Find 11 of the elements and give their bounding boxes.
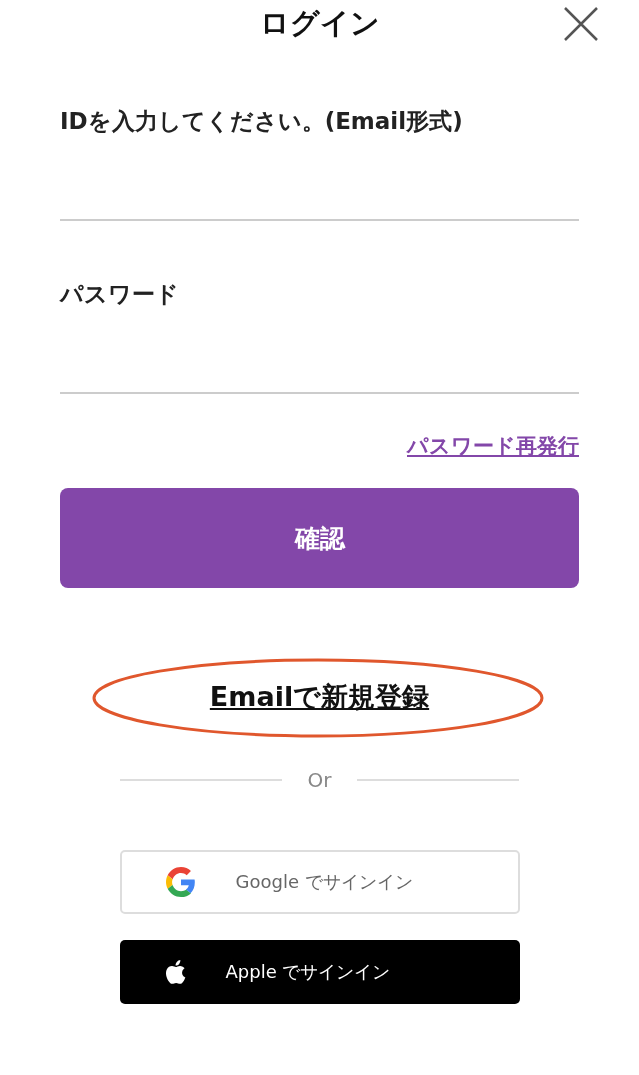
page-title: ログイン [259, 5, 380, 42]
confirm-button[interactable]: 確認 [60, 488, 579, 588]
apple-logo-icon [163, 959, 186, 985]
field-label: IDを入力してください。(Email形式) [60, 107, 464, 136]
google-signin-button[interactable]: Google でサインイン [119, 850, 520, 914]
field-label: パスワード [60, 280, 180, 309]
close-icon [563, 6, 599, 42]
google-logo-icon [165, 867, 196, 897]
apple-signin-button[interactable]: Apple でサインイン [119, 940, 520, 1004]
divider-text: Or [307, 768, 332, 792]
reset-password-link[interactable]: パスワード再発行 [407, 432, 579, 460]
